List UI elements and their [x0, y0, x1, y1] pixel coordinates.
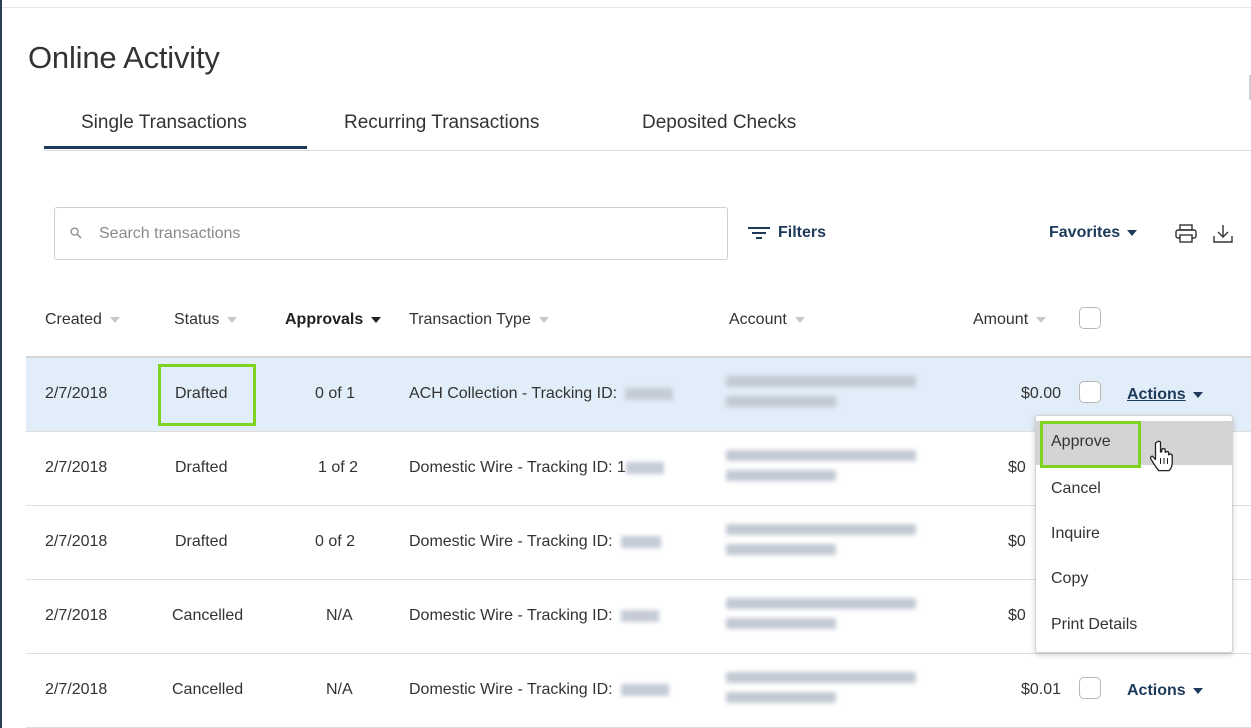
cell-created: 2/7/2018: [45, 385, 108, 402]
redacted-account: [726, 376, 916, 416]
cell-transaction-type: Domestic Wire - Tracking ID:: [409, 681, 669, 699]
sort-icon: [1036, 316, 1047, 323]
sort-icon: [794, 316, 805, 323]
cell-transaction-type: Domestic Wire - Tracking ID: 1: [409, 459, 664, 477]
cell-created: 2/7/2018: [45, 459, 108, 476]
cell-approvals: N/A: [326, 681, 353, 698]
cell-status: Drafted: [175, 533, 228, 550]
menu-item-approve[interactable]: Approve: [1036, 421, 1232, 465]
cell-created: 2/7/2018: [45, 607, 108, 624]
cell-transaction-type: Domestic Wire - Tracking ID:: [409, 533, 661, 551]
cell-transaction-type: Domestic Wire - Tracking ID:: [409, 607, 659, 625]
column-status[interactable]: Status: [174, 311, 238, 329]
tab-recurring-transactions[interactable]: Recurring Transactions: [344, 112, 539, 134]
search-input[interactable]: [97, 222, 701, 246]
cell-amount: $0.01: [1021, 681, 1062, 698]
tab-deposited-checks[interactable]: Deposited Checks: [642, 112, 796, 134]
menu-item-inquire[interactable]: Inquire: [1036, 513, 1232, 557]
column-transaction-type[interactable]: Transaction Type: [409, 311, 549, 329]
menu-item-print-details[interactable]: Print Details: [1036, 604, 1232, 648]
active-tab-indicator: [44, 146, 307, 149]
cell-amount: $0: [1008, 533, 1026, 550]
redacted-id: [620, 609, 659, 622]
redacted-account: [726, 672, 916, 712]
hand-cursor-icon: [1149, 440, 1173, 472]
tab-single-transactions[interactable]: Single Transactions: [81, 112, 247, 134]
actions-menu: Approve Cancel Inquire Copy Print Detail…: [1035, 415, 1233, 653]
cell-approvals: 0 of 2: [315, 533, 356, 550]
cell-status: Cancelled: [172, 681, 244, 698]
cell-created: 2/7/2018: [45, 533, 108, 550]
redacted-account: [726, 598, 916, 638]
status-highlight: [158, 364, 256, 426]
search-icon: [70, 227, 82, 239]
column-amount[interactable]: Amount: [973, 311, 1047, 329]
cell-amount: $0.00: [1021, 385, 1062, 402]
redacted-id: [620, 683, 669, 696]
table-row[interactable]: 2/7/2018 Cancelled N/A Domestic Wire - T…: [26, 654, 1251, 728]
column-created[interactable]: Created: [45, 311, 120, 329]
column-account[interactable]: Account: [729, 311, 805, 329]
redacted-id: [620, 535, 661, 548]
cell-created: 2/7/2018: [45, 681, 108, 698]
menu-item-copy[interactable]: Copy: [1036, 558, 1232, 602]
favorites-label: Favorites: [1049, 224, 1121, 241]
cell-amount: $0: [1008, 459, 1026, 476]
row-checkbox[interactable]: [1079, 381, 1101, 403]
filters-button[interactable]: Filters: [748, 224, 826, 242]
cell-approvals: N/A: [326, 607, 353, 624]
menu-item-cancel[interactable]: Cancel: [1036, 468, 1232, 512]
cell-approvals: 0 of 1: [315, 385, 356, 402]
page-title: Online Activity: [28, 40, 220, 75]
actions-dropdown[interactable]: Actions: [1127, 682, 1203, 700]
window-top-edge: [0, 0, 1251, 8]
favorites-dropdown[interactable]: Favorites: [1049, 224, 1138, 242]
filter-icon: [748, 227, 770, 239]
tab-bar: Single Transactions Recurring Transactio…: [44, 100, 1251, 151]
cell-status: Cancelled: [172, 607, 244, 624]
sort-icon: [109, 316, 120, 323]
redacted-id: [625, 461, 664, 474]
chevron-down-icon: [1192, 687, 1203, 694]
actions-dropdown[interactable]: Actions: [1127, 386, 1203, 404]
download-icon[interactable]: [1212, 223, 1234, 245]
sort-icon: [371, 316, 382, 323]
search-box[interactable]: [54, 207, 728, 260]
chevron-down-icon: [1192, 391, 1203, 398]
window-left-edge: [0, 0, 2, 728]
column-approvals[interactable]: Approvals: [285, 311, 382, 329]
cell-amount: $0: [1008, 607, 1026, 624]
redacted-id: [625, 387, 674, 400]
redacted-account: [726, 450, 916, 490]
filters-label: Filters: [778, 224, 827, 241]
cell-transaction-type: ACH Collection - Tracking ID:: [409, 385, 674, 403]
print-icon[interactable]: [1175, 224, 1197, 244]
row-checkbox[interactable]: [1079, 677, 1101, 699]
sort-icon: [227, 316, 238, 323]
select-all-checkbox[interactable]: [1079, 307, 1101, 329]
cell-status: Drafted: [175, 459, 228, 476]
cell-approvals: 1 of 2: [318, 459, 359, 476]
redacted-account: [726, 524, 916, 564]
chevron-down-icon: [1127, 229, 1138, 236]
sort-icon: [538, 316, 549, 323]
